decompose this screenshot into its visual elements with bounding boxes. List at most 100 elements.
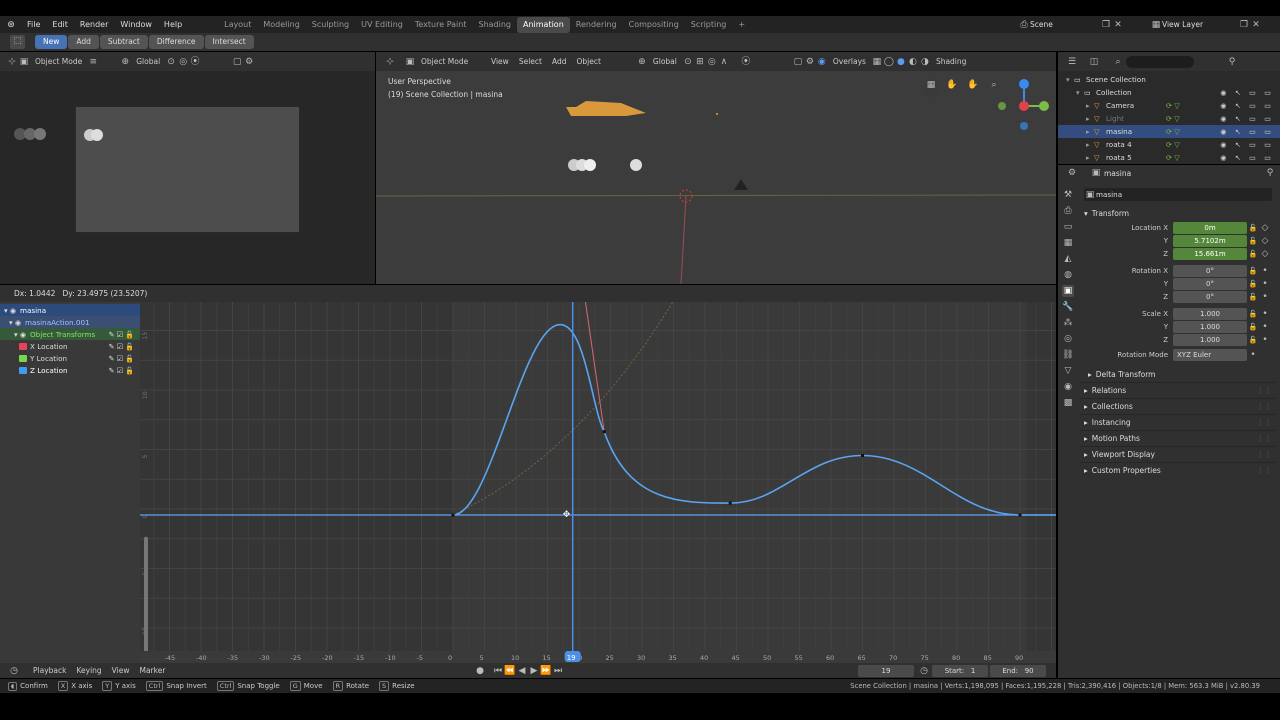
viewport-snap-icon[interactable]: ⊙ [682, 56, 694, 68]
pan-icon[interactable]: ✋ [964, 79, 982, 97]
add-button[interactable]: Add [68, 35, 99, 49]
viewport-menu-view[interactable]: View [486, 57, 514, 66]
workspace-tab-layout[interactable]: Layout [218, 17, 257, 33]
animate-dot-icon[interactable]: • [1259, 308, 1271, 320]
start-value[interactable]: 1 [971, 665, 975, 677]
menu-icon[interactable]: ≡ [87, 56, 99, 68]
drag-handle-icon[interactable]: ⋮⋮ [1257, 402, 1272, 411]
modifier-tab-icon[interactable]: 🔧 [1062, 301, 1074, 313]
outliner-item-masina[interactable]: ▸ ▽ masina ⟳ ▽ ◉ ↖ ▭ ▭ [1058, 125, 1280, 138]
location-z-field[interactable]: 15.661m [1173, 247, 1247, 260]
camera-view-icon[interactable]: ▦ [922, 79, 940, 97]
keyframe-point[interactable] [861, 454, 864, 457]
outliner-item-camera[interactable]: ▸ ▽ Camera ⟳ ▽ ◉ ↖ ▭ ▭ [1058, 99, 1280, 112]
viewport-visibility-icon[interactable]: ▢ [792, 56, 804, 68]
visibility-toggles[interactable]: ◉ ↖ ▭ ▭ [1220, 88, 1274, 97]
outliner-item-scene-collection[interactable]: ▾ ▭ Scene Collection [1058, 73, 1280, 86]
location-x-field[interactable]: 0m [1173, 221, 1247, 234]
drag-handle-icon[interactable]: ⋮⋮ [1257, 418, 1272, 427]
lock-icon[interactable]: 🔓 [1247, 321, 1259, 333]
intersect-button[interactable]: Intersect [204, 35, 254, 49]
viewport-pivot-icon[interactable]: ⦿ [740, 56, 752, 68]
tool-tab-icon[interactable]: ⚒ [1062, 189, 1074, 201]
toggle-camera-icon[interactable]: ✋ [943, 79, 961, 97]
outliner-item-collection[interactable]: ▾ ▭ Collection ◉ ↖ ▭ ▭ [1058, 86, 1280, 99]
animate-dot-icon[interactable]: • [1259, 321, 1271, 333]
outliner-item-roata-4[interactable]: ▸ ▽ roata 4 ⟳ ▽ ◉ ↖ ▭ ▭ [1058, 138, 1280, 151]
viewport-gizmo-icon[interactable]: ⚙ [804, 56, 816, 68]
material-tab-icon[interactable]: ◉ [1062, 381, 1074, 393]
workspace-tab-compositing[interactable]: Compositing [623, 17, 685, 33]
shading-icon[interactable]: ▢ [231, 56, 243, 68]
channel-masina[interactable]: ▾ ◉ masina [0, 304, 140, 316]
graph-area[interactable]: 151050-5-10✥-45-40-35-30-25-20-15-10-505… [140, 302, 1056, 663]
texture-tab-icon[interactable]: ▩ [1062, 397, 1074, 409]
solid-shading-icon[interactable]: ● [895, 56, 907, 68]
physics-tab-icon[interactable]: ◎ [1062, 333, 1074, 345]
animate-dot-icon[interactable]: • [1259, 265, 1271, 277]
lock-icon[interactable]: 🔓 [1247, 308, 1259, 320]
overlays-dropdown[interactable]: Overlays [828, 57, 871, 66]
drag-handle-icon[interactable]: ⋮⋮ [1257, 466, 1272, 475]
workspace-tab-sculpting[interactable]: Sculpting [306, 17, 355, 33]
editor-type-icon[interactable]: ⊹ [6, 56, 18, 68]
timeline-menu-playback[interactable]: Playback [28, 666, 71, 675]
workspace-tab-texture-paint[interactable]: Texture Paint [409, 17, 473, 33]
jump-prev-key-icon[interactable]: ⏪ [504, 665, 516, 677]
menu-help[interactable]: Help [158, 20, 188, 29]
channel-x-location[interactable]: X Location ✎☑🔓 [0, 340, 140, 352]
transform-panel-header[interactable]: ▾ Transform [1080, 205, 1276, 221]
drag-handle-icon[interactable]: ⋮⋮ [1257, 386, 1272, 395]
panel-instancing[interactable]: ▸ Instancing ⋮⋮ [1080, 414, 1276, 430]
properties-editor-type-icon[interactable]: ⚙ [1066, 167, 1078, 179]
location-y-field[interactable]: 5.7102m [1173, 234, 1247, 247]
expand-icon[interactable]: ▸ [1086, 101, 1094, 110]
view-layer-name[interactable]: View Layer [1162, 20, 1238, 29]
visibility-toggles[interactable]: ◉ ↖ ▭ ▭ [1220, 140, 1274, 149]
camera-mode-dropdown[interactable]: Object Mode [30, 57, 87, 66]
rendered-shading-icon[interactable]: ◑ [919, 56, 931, 68]
viewport-falloff-icon[interactable]: ∧ [718, 56, 730, 68]
menu-window[interactable]: Window [114, 20, 158, 29]
keyframe-point[interactable] [1018, 513, 1022, 517]
copy-view-layer-icon[interactable]: ❐ [1238, 19, 1250, 31]
object-tab-icon[interactable]: ▣ [1062, 285, 1074, 297]
viewport-menu-add[interactable]: Add [547, 57, 572, 66]
lock-icon[interactable]: 🔓 [1247, 334, 1259, 346]
scene-tab-icon[interactable]: ◭ [1062, 253, 1074, 265]
scene-name[interactable]: Scene [1030, 20, 1100, 29]
preview-range-icon[interactable]: ◷ [918, 665, 930, 677]
close-scene-icon[interactable]: ✕ [1112, 19, 1124, 31]
play-reverse-icon[interactable]: ◀ [516, 665, 528, 677]
scale-x-field[interactable]: 1.000 [1173, 307, 1247, 320]
end-value[interactable]: 90 [1025, 665, 1034, 677]
lock-icon[interactable]: 🔓 [1247, 278, 1259, 290]
lock-icon[interactable]: 🔓 [1247, 222, 1259, 234]
wireframe-shading-icon[interactable]: ◯ [883, 56, 895, 68]
channel-toggles[interactable]: ✎☑🔓 [109, 354, 136, 363]
workspace-tab-rendering[interactable]: Rendering [570, 17, 623, 33]
scene-selector[interactable]: ⎙ Scene ❐ ✕ [1018, 18, 1124, 31]
workspace-tab-modeling[interactable]: Modeling [257, 17, 305, 33]
lock-icon[interactable]: 🔓 [1247, 291, 1259, 303]
rotation-x-field[interactable]: 0° [1173, 264, 1247, 277]
viewport-orientation-dropdown[interactable]: Global [648, 57, 682, 66]
record-icon[interactable]: ● [474, 665, 486, 677]
jump-start-icon[interactable]: ⏮ [492, 665, 504, 677]
keyframe-point[interactable] [728, 501, 732, 505]
view-layer-selector[interactable]: ▦ View Layer ❐ ✕ [1150, 18, 1262, 31]
menu-file[interactable]: File [21, 20, 46, 29]
channel-object-transforms[interactable]: ▾ ◉ Object Transforms ✎☑🔓 [0, 328, 140, 340]
visibility-toggles[interactable]: ◉ ↖ ▭ ▭ [1220, 101, 1274, 110]
lock-icon[interactable]: 🔓 [1247, 265, 1259, 277]
end-frame-field[interactable]: End: 90 [990, 665, 1046, 677]
start-frame-field[interactable]: Start: 1 [932, 665, 988, 677]
pivot-icon[interactable]: ⦿ [189, 56, 201, 68]
view-layer-tab-icon[interactable]: ▦ [1062, 237, 1074, 249]
snap-icon[interactable]: ⊙ [165, 56, 177, 68]
timeline-menu-view[interactable]: View [107, 666, 135, 675]
expand-icon[interactable]: ▸ [1086, 140, 1094, 149]
select-box-tool-icon[interactable]: ⬚ [10, 35, 25, 49]
timeline-menu-marker[interactable]: Marker [134, 666, 170, 675]
menu-render[interactable]: Render [74, 20, 114, 29]
